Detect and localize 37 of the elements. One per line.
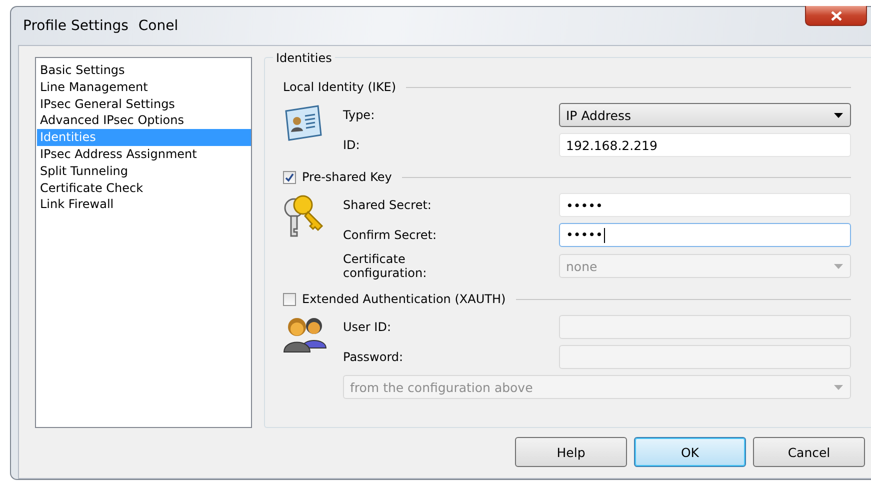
dialog-button[interactable]: Help	[515, 437, 627, 467]
category-item[interactable]: Certificate Check	[37, 180, 251, 196]
users-icon	[283, 316, 327, 354]
dialog-button[interactable]: OK	[634, 437, 746, 467]
category-item[interactable]: Link Firewall	[37, 196, 251, 214]
field-label: Password:	[343, 350, 404, 364]
category-item[interactable]: Line Management	[37, 78, 251, 96]
checkbox[interactable]	[283, 170, 296, 184]
group-title: Identities	[273, 51, 335, 65]
category-item[interactable]: Basic Settings	[37, 62, 251, 79]
field-label: Shared Secret:	[343, 198, 432, 212]
dropdown-arrow-icon	[834, 112, 843, 118]
checkbox[interactable]	[283, 292, 296, 306]
input-field[interactable]: 192.168.2.219	[559, 133, 851, 157]
field-label: User ID:	[343, 320, 392, 334]
window-title: Profile Settings	[23, 18, 128, 34]
category-item[interactable]: IPsec Address Assignment	[37, 146, 251, 163]
dropdown[interactable]: IP Address	[559, 103, 851, 127]
window-subtitle: Conel	[138, 18, 178, 34]
category-item[interactable]: Split Tunneling	[37, 162, 251, 180]
category-item[interactable]: IPsec General Settings	[37, 96, 251, 112]
input-field[interactable]: •••••	[559, 223, 851, 247]
section-title: Pre-shared Key	[302, 170, 392, 184]
dropdown-arrow-icon	[834, 384, 843, 390]
section-title: Extended Authentication (XAUTH)	[302, 292, 506, 306]
dialog-button[interactable]: Cancel	[753, 437, 865, 467]
category-item[interactable]: Advanced IPsec Options	[37, 112, 251, 130]
field-label: ID:	[343, 138, 361, 152]
input-field[interactable]: •••••	[559, 193, 851, 217]
id-card-icon	[283, 104, 323, 142]
dropdown-arrow-icon	[834, 264, 843, 268]
field-label: Certificate configuration:	[343, 252, 428, 280]
field-label: Confirm Secret:	[343, 228, 438, 242]
field-label: Type:	[343, 108, 376, 122]
section-title: Local Identity (IKE)	[283, 80, 396, 94]
close-button[interactable]	[805, 6, 867, 26]
close-icon	[830, 10, 842, 20]
